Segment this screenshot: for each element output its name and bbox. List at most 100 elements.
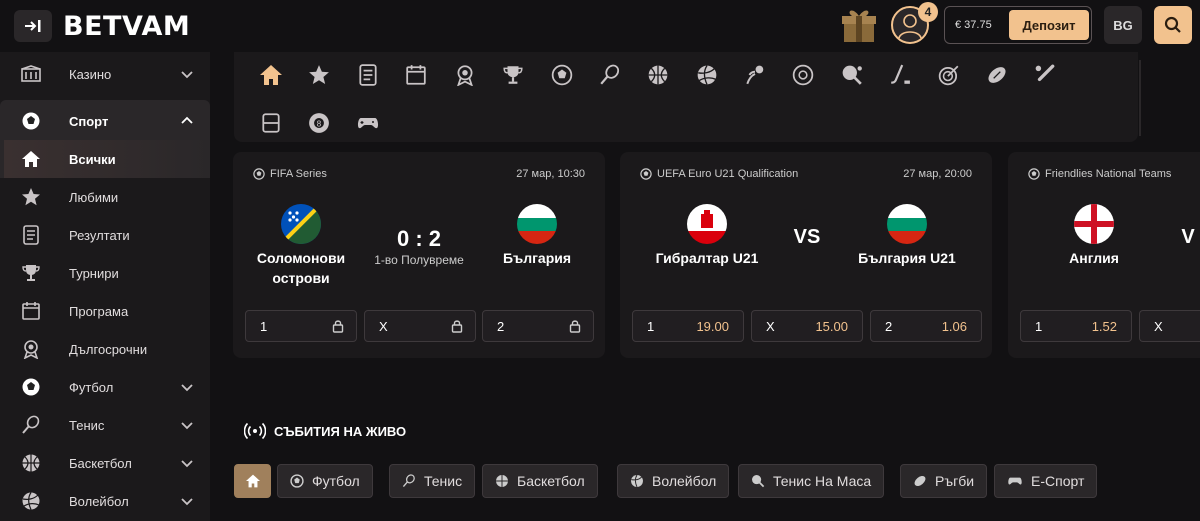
match-score: 0 : 2 <box>396 226 442 251</box>
darts-icon[interactable] <box>936 62 962 88</box>
futsal-icon[interactable] <box>790 62 816 88</box>
odd-label: X <box>379 319 388 334</box>
basketball-icon <box>20 452 42 474</box>
soccer-ball-icon <box>640 168 652 180</box>
lock-icon <box>451 320 463 333</box>
away-team: България U21 <box>858 250 956 266</box>
sidebar-item-volleyball[interactable]: Волейбол <box>0 482 210 520</box>
chevron-down-icon[interactable] <box>180 67 194 81</box>
sidebar-item-label: Футбол <box>69 379 114 395</box>
live-tab-esport[interactable]: Е-Спорт <box>994 464 1098 498</box>
odd-button-away[interactable]: 2 1.06 <box>870 310 982 342</box>
league-row: Friendlies National Teams <box>1028 168 1171 180</box>
chevron-down-icon[interactable] <box>180 418 194 432</box>
sidebar-toggle-button[interactable] <box>14 10 52 42</box>
odd-button-draw[interactable]: X 15.00 <box>751 310 863 342</box>
away-team: България <box>502 250 572 266</box>
deposit-button[interactable]: Депозит <box>1009 10 1089 40</box>
sidebar-item-schedule[interactable]: Програма <box>0 292 210 330</box>
rugby-icon <box>914 475 926 487</box>
match-card[interactable]: Friendlies National Teams Англия V 1 1.5… <box>1008 152 1200 358</box>
boxing-icon[interactable] <box>258 110 284 136</box>
rugby-icon[interactable] <box>984 62 1010 88</box>
soccer-ball-icon <box>290 474 304 488</box>
svg-text:8: 8 <box>317 119 322 128</box>
sidebar-item-basketball[interactable]: Баскетбол <box>0 444 210 482</box>
live-broadcast-icon <box>244 422 266 440</box>
live-tab-tennis[interactable]: Тенис <box>389 464 476 498</box>
volleyball-icon[interactable] <box>694 62 720 88</box>
gamepad-icon <box>1008 477 1022 485</box>
calendar-icon[interactable] <box>403 62 429 88</box>
flag-england <box>1074 204 1114 244</box>
sidebar-item-label: Резултати <box>69 227 130 243</box>
baseball-icon[interactable] <box>1032 62 1058 88</box>
tab-label: Баскетбол <box>517 473 585 489</box>
odd-button-draw[interactable]: X <box>364 310 476 342</box>
odd-label: 1 <box>647 319 655 334</box>
odd-label: X <box>1154 319 1163 334</box>
snooker-icon[interactable]: 8 <box>306 110 332 136</box>
odd-button-home[interactable]: 1 1.52 <box>1020 310 1132 342</box>
live-tab-basketball[interactable]: Баскетбол <box>482 464 598 498</box>
gift-icon[interactable] <box>838 4 880 46</box>
basketball-icon <box>496 475 508 487</box>
flag-solomon-islands <box>281 204 321 244</box>
live-tab-football[interactable]: Футбол <box>277 464 373 498</box>
odd-button-away[interactable]: 2 <box>482 310 594 342</box>
tennis-icon[interactable] <box>597 62 623 88</box>
live-events-title: СЪБИТИЯ НА ЖИВО <box>244 422 406 440</box>
hockey-icon[interactable] <box>887 62 913 88</box>
live-tab-rugby[interactable]: Ръгби <box>900 464 988 498</box>
star-icon[interactable] <box>306 62 332 88</box>
chevron-down-icon[interactable] <box>180 494 194 508</box>
sidebar-item-label: Волейбол <box>69 493 129 509</box>
sidebar-item-tournaments[interactable]: Турнири <box>0 254 210 292</box>
document-icon[interactable] <box>355 62 381 88</box>
match-card[interactable]: FIFA Series 27 мар, 10:30 Соломонови ост… <box>233 152 605 358</box>
balance-amount: € 37.75 <box>955 19 992 31</box>
live-tab-home[interactable] <box>234 464 271 498</box>
gamepad-icon[interactable] <box>355 110 381 136</box>
home-team: Соломонови острови <box>256 250 346 286</box>
vs-label: V <box>1181 226 1195 248</box>
balance-box: € 37.75 Депозит <box>944 6 1092 44</box>
home-icon[interactable] <box>258 62 284 88</box>
chevron-down-icon[interactable] <box>180 380 194 394</box>
sidebar-item-favorites[interactable]: Любими <box>0 178 210 216</box>
brand-logo[interactable]: BETVAM <box>63 11 190 42</box>
sidebar-item-outrights[interactable]: Дългосрочни <box>0 330 210 368</box>
sidebar-item-sport[interactable]: Спорт <box>0 102 210 140</box>
search-button[interactable] <box>1154 6 1192 44</box>
sidebar-item-label: Всички <box>69 151 116 167</box>
medal-icon[interactable] <box>452 62 478 88</box>
match-card[interactable]: UEFA Euro U21 Qualification 27 мар, 20:0… <box>620 152 992 358</box>
sidebar-item-all[interactable]: Всички <box>0 140 210 178</box>
odd-button-home[interactable]: 1 19.00 <box>632 310 744 342</box>
soccer-ball-icon[interactable] <box>549 62 575 88</box>
table-tennis-icon[interactable] <box>839 62 865 88</box>
live-tab-volleyball[interactable]: Волейбол <box>617 464 730 498</box>
chevron-up-icon[interactable] <box>180 114 194 128</box>
odd-button-draw[interactable]: X <box>1139 310 1200 342</box>
live-tab-table-tennis[interactable]: Тенис На Маса <box>738 464 885 498</box>
basketball-icon[interactable] <box>645 62 671 88</box>
odd-button-home[interactable]: 1 <box>245 310 357 342</box>
sidebar-item-football[interactable]: Футбол <box>0 368 210 406</box>
footvolley-icon[interactable] <box>742 62 768 88</box>
collapse-arrow-icon <box>25 20 41 32</box>
document-icon <box>20 224 42 246</box>
trophy-icon[interactable] <box>500 62 526 88</box>
language-button[interactable]: BG <box>1104 6 1142 44</box>
odd-value: 19.00 <box>696 319 729 334</box>
sidebar-item-results[interactable]: Резултати <box>0 216 210 254</box>
casino-icon <box>20 63 42 85</box>
calendar-icon <box>20 300 42 322</box>
odd-label: 2 <box>885 319 893 334</box>
sidebar-item-label: Спорт <box>69 113 109 129</box>
tab-label: Тенис <box>424 473 463 489</box>
sidebar-item-casino[interactable]: Казино <box>0 55 210 93</box>
sidebar-item-tennis[interactable]: Тенис <box>0 406 210 444</box>
chevron-down-icon[interactable] <box>180 456 194 470</box>
lock-icon <box>569 320 581 333</box>
